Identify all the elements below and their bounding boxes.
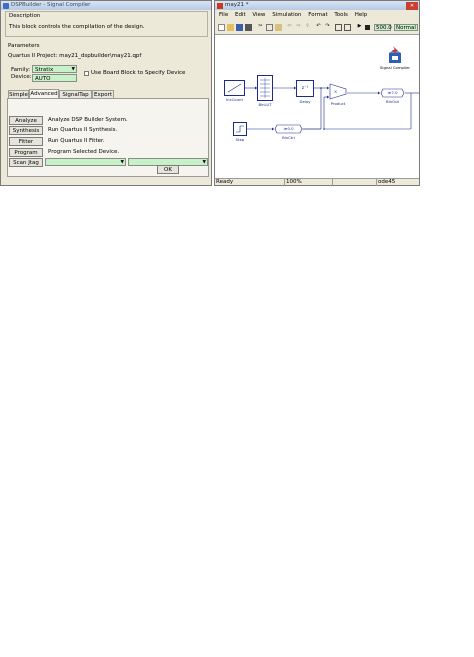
cut-icon[interactable]: ✂: [257, 23, 264, 30]
forward-icon[interactable]: ⇨: [295, 23, 302, 30]
family-value: Stratix: [35, 66, 54, 73]
status-bar: Ready 100% ode45: [215, 178, 419, 186]
program-button[interactable]: Program: [9, 148, 43, 157]
simulink-model-window: may21 * ✕ File Edit View Simulation Form…: [214, 0, 420, 186]
signal-compiler-block[interactable]: [384, 45, 406, 65]
dialog-title: DSPBuilder - Signal Compiler: [11, 2, 91, 8]
dsp-builder-icon: [3, 2, 9, 9]
synthesis-button[interactable]: Synthesis: [9, 126, 43, 135]
ramp-icon: [227, 83, 242, 93]
device-label: Device:: [11, 74, 32, 80]
delay-expression: z⁻¹: [301, 86, 309, 91]
print-icon[interactable]: [245, 24, 252, 31]
window-title-bar[interactable]: may21 * ✕: [215, 1, 419, 10]
board-block-checkbox[interactable]: [84, 71, 89, 76]
step-icon: [236, 125, 244, 133]
project-label: Quartus II Project: may21_dspbuilder\may…: [8, 53, 142, 59]
chevron-down-icon: ▼: [120, 160, 124, 165]
delay-label: Delay: [299, 99, 311, 104]
scan-jtag-button[interactable]: Scan Jtag: [9, 158, 43, 167]
sim-mode-value: Normal: [396, 25, 416, 31]
status-ready: Ready: [215, 178, 285, 186]
library-browser-icon[interactable]: [335, 24, 342, 31]
description-group: Description This block controls the comp…: [5, 11, 208, 37]
board-block-label: Use Board Block to Specify Device: [91, 70, 186, 76]
device-field[interactable]: AUTO: [32, 74, 77, 82]
back-icon[interactable]: ⇦: [286, 23, 293, 30]
status-empty: [333, 178, 377, 186]
ok-button[interactable]: OK: [157, 165, 179, 174]
binctrl-label: BinCtrl: [282, 135, 295, 140]
inccount-label: IncCount: [226, 97, 243, 102]
menu-edit[interactable]: Edit: [235, 12, 246, 18]
svg-text:×: ×: [334, 89, 337, 94]
menu-format[interactable]: Format: [308, 12, 327, 18]
menu-tools[interactable]: Tools: [334, 12, 348, 18]
fitter-description: Run Quartus II Fitter.: [48, 138, 105, 144]
product-label: Product: [330, 101, 346, 106]
run-icon[interactable]: ▶: [356, 23, 363, 30]
signal-compiler-dialog: DSPBuilder - Signal Compiler Description…: [0, 0, 212, 186]
close-icon[interactable]: ✕: [406, 1, 418, 10]
signal-compiler-icon: [389, 46, 401, 63]
status-solver: ode45: [378, 179, 396, 185]
family-label: Family:: [11, 67, 31, 73]
synthesis-description: Run Quartus II Synthesis.: [48, 127, 118, 133]
product-block[interactable]: ×: [329, 83, 347, 100]
menu-simulation[interactable]: Simulation: [272, 12, 301, 18]
paste-icon[interactable]: [275, 24, 282, 31]
menu-file[interactable]: File: [219, 12, 228, 18]
toolbar: ✂ ⇦ ⇨ ⇧ ↶ ↷ ▶ 500.0 Normal: [217, 23, 418, 32]
status-zoom: 100%: [285, 178, 333, 186]
signal-compiler-label: Signal Compiler: [380, 65, 410, 70]
window-title: may21 *: [225, 2, 249, 8]
inccount-block[interactable]: [224, 80, 245, 96]
lut-grid-icon: [260, 78, 270, 98]
binout-block[interactable]: ≫7.0: [380, 88, 405, 98]
simulink-icon: [217, 2, 223, 9]
menu-bar: File Edit View Simulation Format Tools H…: [219, 12, 372, 18]
menu-view[interactable]: View: [252, 12, 265, 18]
up-icon[interactable]: ⇧: [304, 23, 311, 30]
stop-time-value: 500.0: [376, 25, 392, 31]
redo-icon[interactable]: ↷: [324, 23, 331, 30]
binctrl-format: ≫0.0: [283, 126, 294, 131]
binctrl-block[interactable]: ≫0.0: [274, 124, 303, 134]
parameters-heading: Parameters: [8, 43, 40, 49]
copy-icon[interactable]: [266, 24, 273, 31]
chevron-down-icon: ▼: [71, 67, 75, 72]
sim-mode-select[interactable]: Normal: [394, 24, 418, 31]
binout-label: BinOut: [386, 99, 399, 104]
family-select[interactable]: Stratix ▼: [32, 65, 77, 73]
model-explorer-icon[interactable]: [344, 24, 351, 31]
menu-help[interactable]: Help: [355, 12, 368, 18]
binlut-block[interactable]: [257, 75, 273, 101]
fitter-button[interactable]: Fitter: [9, 137, 43, 146]
save-icon[interactable]: [236, 24, 243, 31]
analyze-description: Analyze DSP Builder System.: [48, 117, 128, 123]
stop-icon[interactable]: [365, 25, 370, 30]
new-model-icon[interactable]: [218, 24, 225, 31]
stop-time-field[interactable]: 500.0: [374, 24, 392, 31]
open-folder-icon[interactable]: [227, 24, 234, 31]
step-label: Step: [235, 137, 245, 142]
device-value: AUTO: [35, 75, 51, 82]
description-text: This block controls the compilation of t…: [9, 24, 145, 30]
jtag-cable-select[interactable]: ▼: [45, 158, 126, 166]
analyze-button[interactable]: Analyze: [9, 116, 43, 125]
delay-block[interactable]: z⁻¹: [296, 80, 314, 97]
binout-format: ≫7.0: [387, 90, 398, 95]
product-shape: ×: [329, 83, 347, 100]
program-description: Program Selected Device.: [48, 149, 120, 155]
model-canvas[interactable]: IncCount BinLUT z⁻¹ Delay × Product ≫7.0…: [215, 34, 419, 179]
binlut-label: BinLUT: [258, 102, 272, 107]
dialog-title-bar[interactable]: DSPBuilder - Signal Compiler: [1, 1, 211, 10]
description-heading: Description: [9, 13, 41, 19]
chevron-down-icon: ▼: [202, 160, 206, 165]
undo-icon[interactable]: ↶: [315, 23, 322, 30]
step-block[interactable]: [233, 122, 247, 136]
